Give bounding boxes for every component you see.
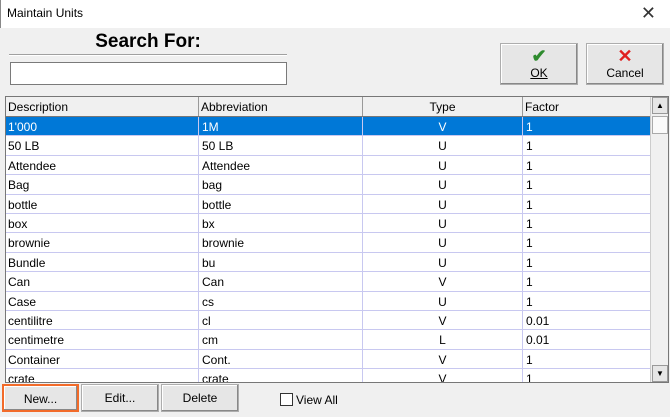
ok-button[interactable]: ✔ OK (500, 43, 578, 85)
cell-description: box (6, 214, 199, 234)
table-row[interactable]: box bx U 1 (6, 214, 651, 234)
table-row[interactable]: centilitre cl V 0.01 (6, 311, 651, 331)
header-type[interactable]: Type (363, 97, 523, 116)
checkmark-icon: ✔ (531, 46, 547, 66)
delete-button[interactable]: Delete (161, 384, 239, 412)
cell-type: V (363, 369, 523, 382)
table-row[interactable]: 50 LB 50 LB U 1 (6, 136, 651, 156)
cell-description: brownie (6, 233, 199, 253)
table-row[interactable]: brownie brownie U 1 (6, 233, 651, 253)
table-row[interactable]: Attendee Attendee U 1 (6, 155, 651, 176)
cell-description: Case (6, 291, 199, 311)
table-row[interactable]: Can Can V 1 (6, 272, 651, 292)
cell-factor: 1 (523, 155, 651, 176)
cell-description: centimetre (6, 330, 199, 350)
cell-abbreviation: bx (199, 214, 363, 234)
cell-description: Bundle (6, 252, 199, 273)
units-table[interactable]: Description Abbreviation Type Factor 1'0… (5, 96, 669, 383)
cell-type: L (363, 330, 523, 350)
search-label: Search For: (95, 31, 201, 52)
cell-abbreviation: 50 LB (199, 136, 363, 156)
cell-abbreviation: Can (199, 272, 363, 292)
cell-type: V (363, 272, 523, 292)
scroll-thumb[interactable] (652, 116, 668, 134)
cancel-button[interactable]: ✕ Cancel (586, 43, 664, 85)
cell-type: V (363, 117, 523, 137)
cell-abbreviation: Cont. (199, 349, 363, 370)
cell-type: U (363, 136, 523, 156)
cell-factor: 0.01 (523, 311, 651, 331)
cell-description: bottle (6, 194, 199, 214)
cell-type: V (363, 311, 523, 331)
cell-abbreviation: bottle (199, 194, 363, 214)
cell-description: centilitre (6, 311, 199, 331)
cell-factor: 1 (523, 233, 651, 253)
cell-abbreviation: cl (199, 311, 363, 331)
cell-abbreviation: cm (199, 330, 363, 350)
table-row[interactable]: Case cs U 1 (6, 291, 651, 311)
close-icon[interactable]: ✕ (641, 3, 656, 24)
cell-type: V (363, 349, 523, 370)
cell-abbreviation: bag (199, 175, 363, 195)
search-input[interactable] (10, 62, 287, 85)
cell-type: U (363, 214, 523, 234)
cancel-label: Cancel (606, 66, 644, 80)
cell-description: 1'000 (6, 117, 199, 137)
table-row[interactable]: Bundle bu U 1 (6, 252, 651, 273)
table-header: Description Abbreviation Type Factor (6, 97, 651, 117)
vertical-scrollbar[interactable]: ▲ ▼ (650, 97, 668, 382)
new-button[interactable]: New... (2, 384, 79, 412)
cell-description: 50 LB (6, 136, 199, 156)
cell-abbreviation: Attendee (199, 155, 363, 176)
cell-factor: 0.01 (523, 330, 651, 350)
header-abbreviation[interactable]: Abbreviation (199, 97, 363, 116)
cell-description: Can (6, 272, 199, 292)
table-row[interactable]: Container Cont. V 1 (6, 349, 651, 370)
cell-type: U (363, 194, 523, 214)
ok-label: OK (530, 66, 548, 80)
table-row[interactable]: centimetre cm L 0.01 (6, 330, 651, 350)
window-title: Maintain Units (7, 6, 84, 20)
table-row[interactable]: Bag bag U 1 (6, 175, 651, 195)
edit-button[interactable]: Edit... (81, 384, 159, 412)
header-description[interactable]: Description (6, 97, 199, 116)
cell-abbreviation: 1M (199, 117, 363, 137)
cell-factor: 1 (523, 117, 651, 137)
title-bar: Maintain Units ✕ (0, 0, 670, 28)
cell-abbreviation: brownie (199, 233, 363, 253)
cell-factor: 1 (523, 369, 651, 382)
cell-description: Bag (6, 175, 199, 195)
view-all-label[interactable]: View All (296, 393, 338, 407)
cell-factor: 1 (523, 175, 651, 195)
cell-abbreviation: crate (199, 369, 363, 382)
view-all-checkbox[interactable] (280, 393, 293, 406)
scroll-down-icon[interactable]: ▼ (652, 365, 668, 382)
table-row[interactable]: bottle bottle U 1 (6, 194, 651, 214)
cell-factor: 1 (523, 291, 651, 311)
cell-abbreviation: cs (199, 291, 363, 311)
x-icon: ✕ (617, 46, 633, 66)
cell-factor: 1 (523, 136, 651, 156)
cell-type: U (363, 291, 523, 311)
cell-abbreviation: bu (199, 252, 363, 273)
table-row[interactable]: crate crate V 1 (6, 369, 651, 382)
cell-type: U (363, 252, 523, 273)
scroll-up-icon[interactable]: ▲ (652, 97, 668, 114)
cell-factor: 1 (523, 252, 651, 273)
cell-type: U (363, 155, 523, 176)
cell-factor: 1 (523, 194, 651, 214)
cell-type: U (363, 233, 523, 253)
cell-description: crate (6, 369, 199, 382)
cell-factor: 1 (523, 349, 651, 370)
cell-description: Attendee (6, 155, 199, 176)
cell-factor: 1 (523, 272, 651, 292)
divider (9, 54, 287, 56)
cell-type: U (363, 175, 523, 195)
header-factor[interactable]: Factor (523, 97, 651, 116)
cell-factor: 1 (523, 214, 651, 234)
table-row[interactable]: 1'000 1M V 1 (6, 117, 651, 137)
cell-description: Container (6, 349, 199, 370)
